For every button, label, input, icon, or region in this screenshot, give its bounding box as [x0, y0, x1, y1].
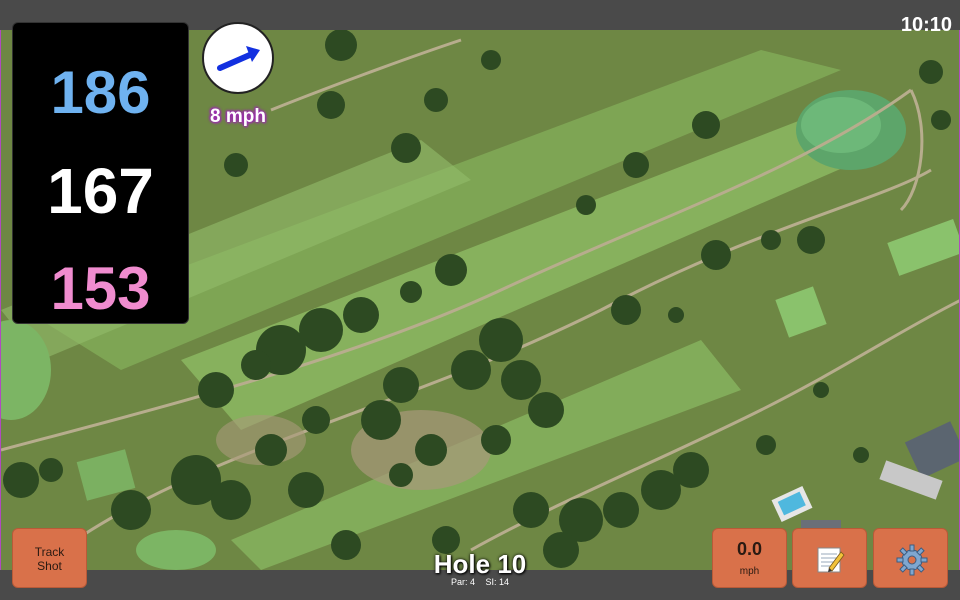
track-shot-button[interactable]: Track Shot: [12, 528, 87, 588]
distance-panel: 186 167 153: [12, 22, 189, 324]
speed-value: 0.0: [736, 539, 763, 559]
wind-indicator: [202, 22, 274, 94]
hole-stroke-index: SI: 14: [485, 577, 510, 587]
hole-title: Hole 10: [433, 549, 527, 579]
middle-of-green-distance: 167: [47, 155, 154, 227]
hole-par: Par: 4: [450, 577, 475, 587]
speed-button[interactable]: 0.0 mph: [712, 528, 787, 588]
wind-speed-label: 8 mph: [210, 106, 266, 127]
wind-arrow-icon: [217, 46, 260, 71]
front-of-green-distance: 153: [50, 255, 151, 322]
track-shot-label: Track Shot: [34, 545, 65, 573]
settings-button[interactable]: [873, 528, 948, 588]
back-of-green-distance: 186: [50, 59, 151, 126]
clock: 10:10: [900, 14, 952, 36]
hole-info: Par: 4 SI: 14: [380, 577, 580, 587]
speed-unit: mph: [739, 566, 760, 577]
notes-button[interactable]: [792, 528, 867, 588]
gear-icon: [896, 544, 928, 576]
notepad-icon: [817, 547, 845, 573]
